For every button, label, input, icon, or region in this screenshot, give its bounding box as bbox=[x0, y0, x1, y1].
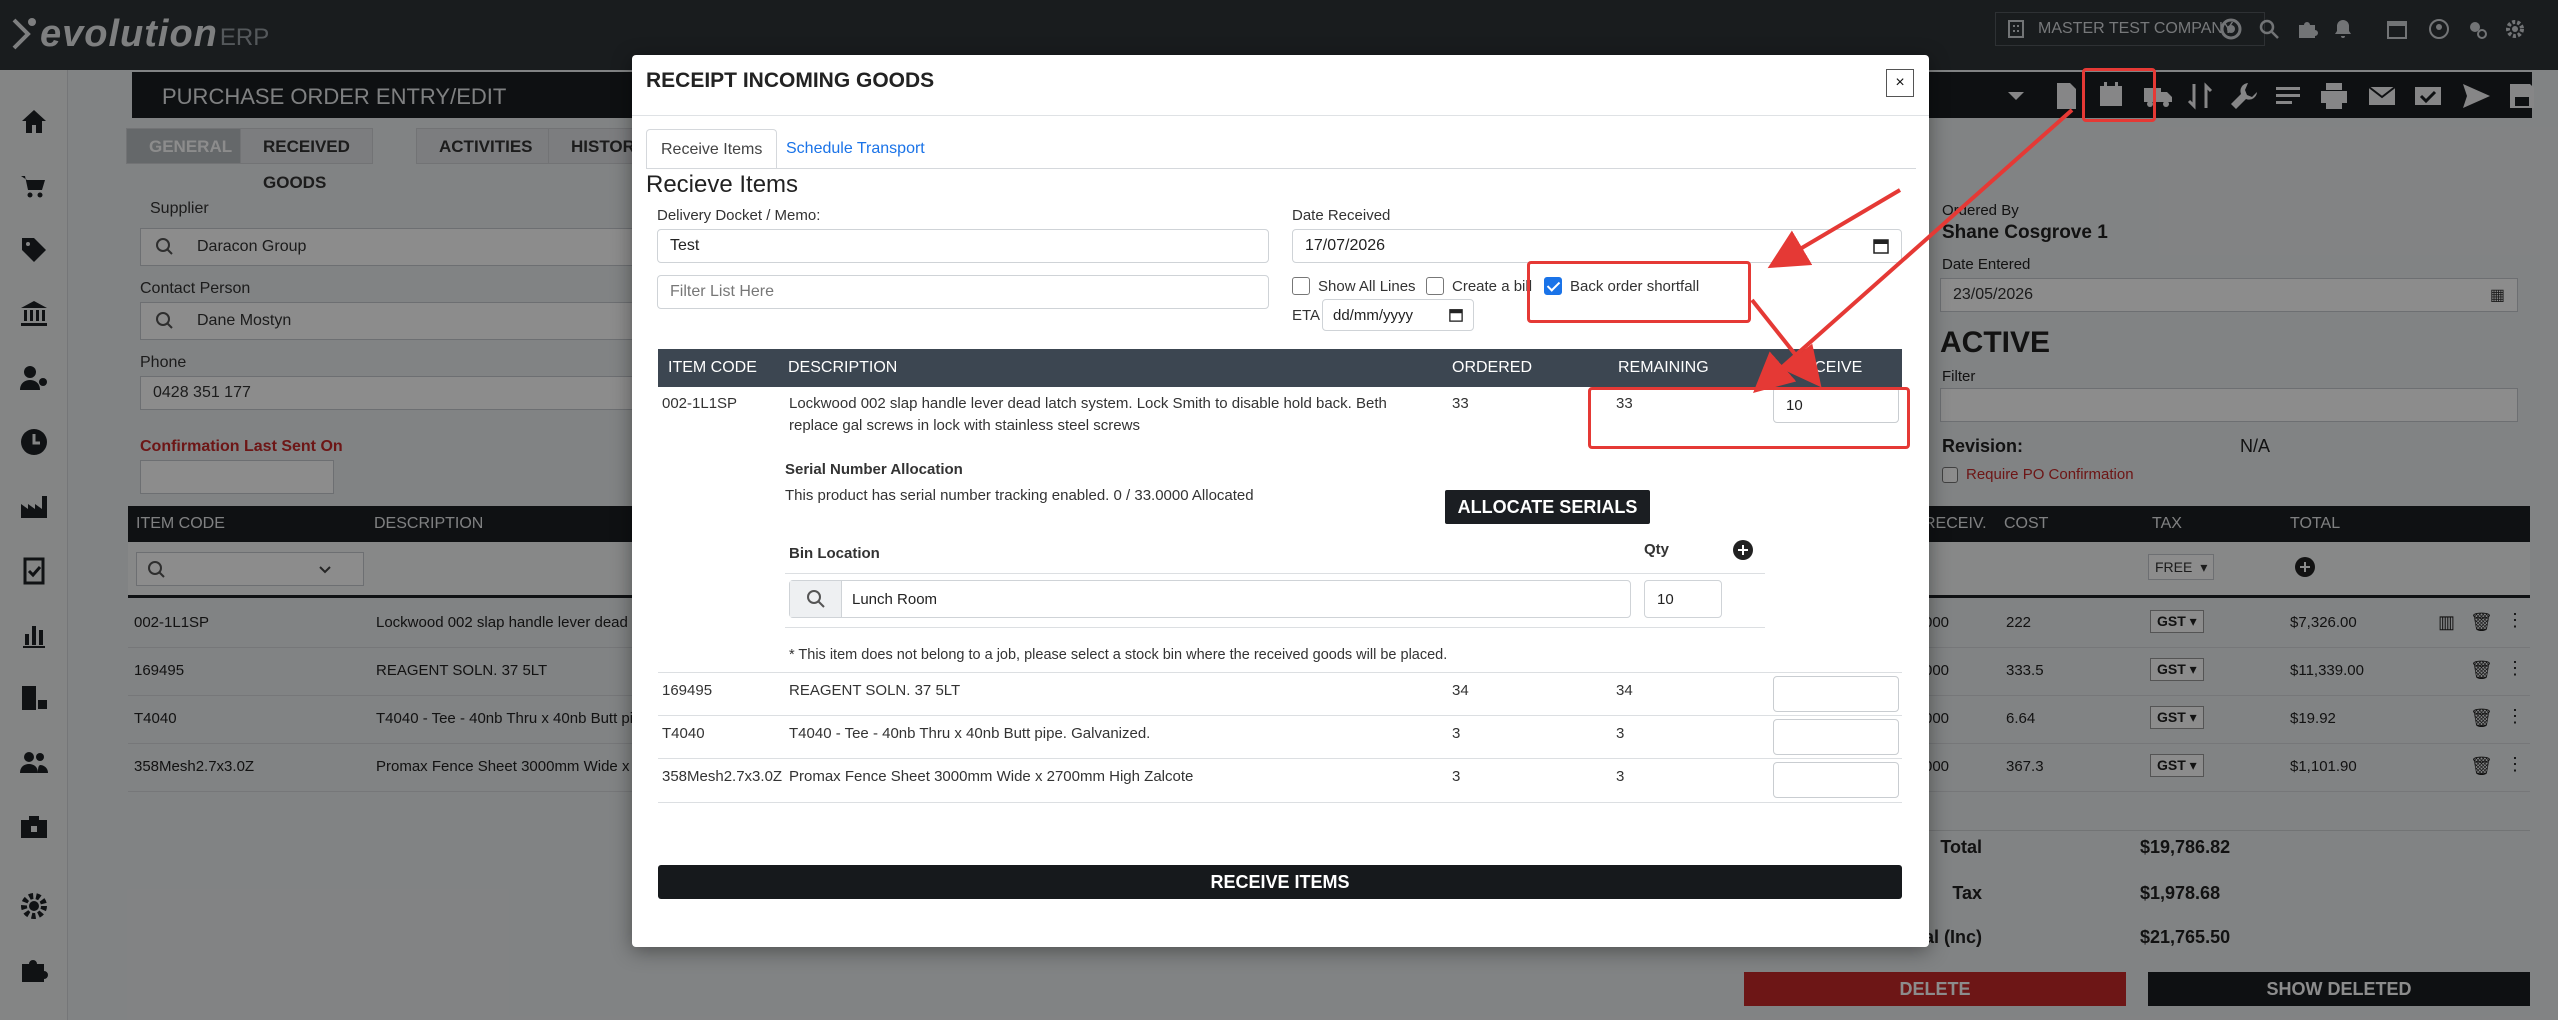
divider bbox=[785, 573, 1765, 574]
bin-location-value: Lunch Room bbox=[852, 590, 938, 608]
item-description: Promax Fence Sheet 3000mm Wide x 2700mm … bbox=[789, 768, 1194, 785]
calendar-icon[interactable] bbox=[1873, 238, 1889, 254]
highlight-back-order bbox=[1527, 261, 1751, 323]
item-remaining: 3 bbox=[1616, 768, 1625, 785]
checkbox[interactable] bbox=[1292, 277, 1310, 295]
receive-qty-input[interactable] bbox=[1773, 762, 1899, 798]
date-received-label: Date Received bbox=[1292, 207, 1391, 224]
bin-note: * This item does not belong to a job, pl… bbox=[789, 647, 1448, 663]
divider bbox=[658, 802, 1902, 803]
item-description: T4040 - Tee - 40nb Thru x 40nb Butt pipe… bbox=[789, 725, 1151, 742]
col-item-code: ITEM CODE bbox=[668, 359, 757, 376]
allocate-serials-button[interactable]: ALLOCATE SERIALS bbox=[1445, 490, 1650, 524]
bin-search-button[interactable] bbox=[790, 581, 842, 617]
docket-label: Delivery Docket / Memo: bbox=[657, 207, 821, 224]
item-ordered: 3 bbox=[1452, 725, 1461, 742]
receive-items-button[interactable]: RECEIVE ITEMS bbox=[658, 865, 1902, 899]
item-code: 002-1L1SP bbox=[662, 395, 738, 412]
item-description: Lockwood 002 slap handle lever dead latc… bbox=[789, 395, 1387, 434]
create-bill-toggle[interactable]: Create a bill bbox=[1426, 277, 1532, 295]
item-ordered: 33 bbox=[1452, 395, 1469, 412]
receive-items-header: ITEM CODE DESCRIPTION ORDERED REMAINING … bbox=[658, 349, 1902, 387]
divider bbox=[632, 115, 1929, 116]
docket-input[interactable]: Test bbox=[657, 229, 1269, 263]
serial-text: This product has serial number tracking … bbox=[785, 487, 1254, 504]
eta-value: dd/mm/yyyy bbox=[1333, 306, 1414, 324]
serial-title: Serial Number Allocation bbox=[785, 461, 963, 478]
item-ordered: 34 bbox=[1452, 682, 1469, 699]
item-code: 358Mesh2.7x3.0Z bbox=[662, 768, 783, 785]
col-ordered: ORDERED bbox=[1452, 359, 1533, 376]
search-icon bbox=[806, 590, 825, 608]
item-description: REAGENT SOLN. 37 5LT bbox=[789, 682, 961, 699]
eta-label: ETA bbox=[1292, 307, 1321, 324]
date-received-value: 17/07/2026 bbox=[1305, 237, 1386, 254]
filter-list-input[interactable]: Filter List Here bbox=[657, 275, 1269, 309]
checkbox[interactable] bbox=[1426, 277, 1444, 295]
highlight-truck-button bbox=[2082, 68, 2156, 122]
item-remaining: 34 bbox=[1616, 682, 1633, 699]
show-all-lines-toggle[interactable]: Show All Lines bbox=[1292, 277, 1416, 295]
receive-row: 169495 REAGENT SOLN. 37 5LT 34 34 bbox=[658, 673, 1902, 715]
item-remaining: 3 bbox=[1616, 725, 1625, 742]
col-receive: RECEIVE bbox=[1792, 359, 1863, 376]
divider bbox=[646, 168, 1916, 169]
tab-receive-items[interactable]: Receive Items bbox=[646, 129, 778, 169]
modal-title: RECEIPT INCOMING GOODS bbox=[646, 69, 935, 92]
receive-row: 358Mesh2.7x3.0Z Promax Fence Sheet 3000m… bbox=[658, 759, 1902, 801]
receive-qty-input[interactable] bbox=[1773, 719, 1899, 755]
col-remaining: REMAINING bbox=[1618, 359, 1709, 376]
show-all-label: Show All Lines bbox=[1318, 277, 1416, 295]
bin-qty-value: 10 bbox=[1657, 590, 1674, 608]
bin-qty-input[interactable]: 10 bbox=[1644, 580, 1722, 618]
highlight-receive-qty bbox=[1588, 387, 1910, 449]
item-code: T4040 bbox=[662, 725, 705, 742]
item-ordered: 3 bbox=[1452, 768, 1461, 785]
col-description: DESCRIPTION bbox=[788, 359, 898, 376]
qty-label: Qty bbox=[1644, 541, 1670, 558]
bin-location-input[interactable]: Lunch Room bbox=[789, 580, 1631, 618]
calendar-icon[interactable] bbox=[1449, 308, 1463, 322]
docket-value: Test bbox=[670, 237, 700, 254]
divider bbox=[785, 627, 1765, 628]
add-bin-icon[interactable] bbox=[1732, 539, 1754, 561]
receive-qty-input[interactable] bbox=[1773, 676, 1899, 712]
bin-location-label: Bin Location bbox=[789, 545, 880, 562]
section-title: Recieve Items bbox=[646, 171, 799, 198]
receive-row: T4040 T4040 - Tee - 40nb Thru x 40nb But… bbox=[658, 716, 1902, 758]
tab-schedule-transport[interactable]: Schedule Transport bbox=[772, 129, 939, 169]
create-bill-label: Create a bill bbox=[1452, 277, 1533, 295]
date-received-input[interactable]: 17/07/2026 bbox=[1292, 229, 1902, 263]
item-code: 169495 bbox=[662, 682, 713, 699]
eta-input[interactable]: dd/mm/yyyy bbox=[1322, 299, 1474, 331]
close-button[interactable]: × bbox=[1886, 69, 1914, 97]
